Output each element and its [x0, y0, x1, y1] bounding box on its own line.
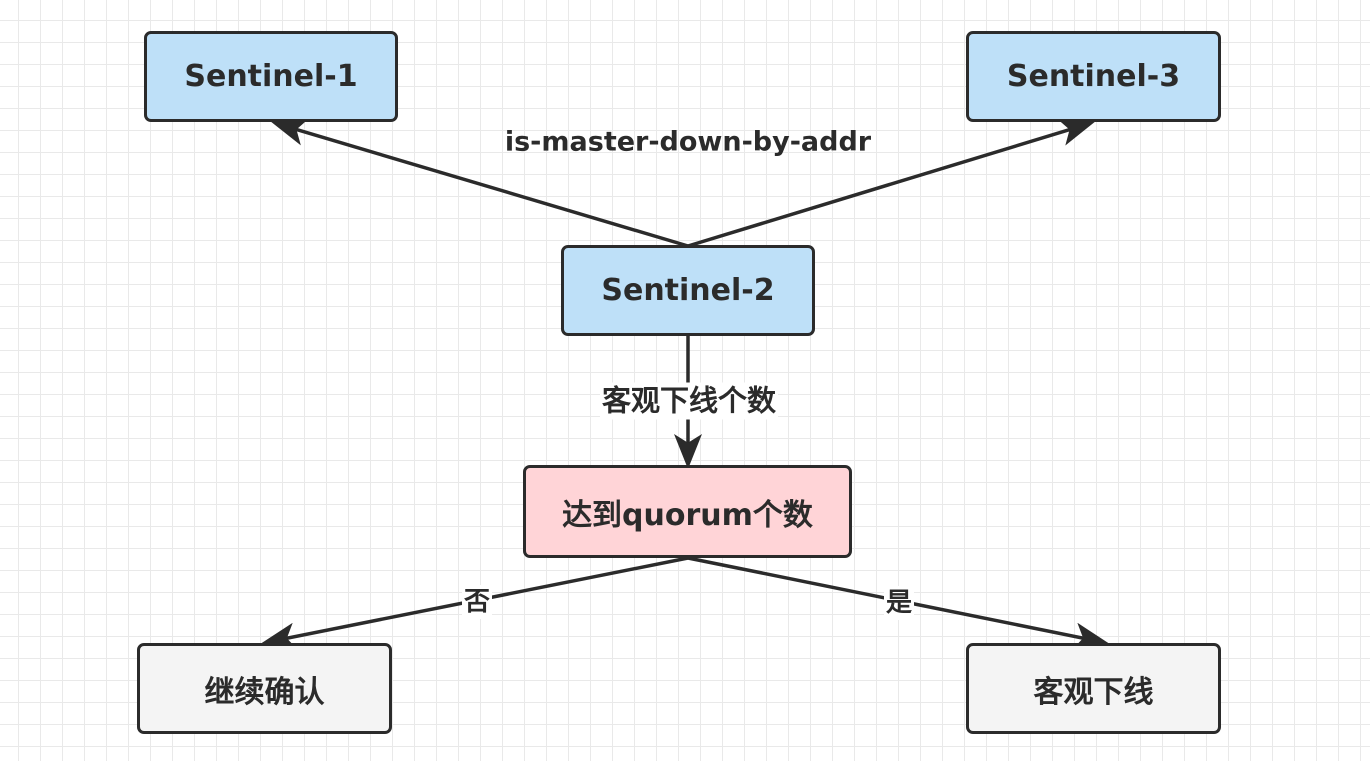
node-sentinel-3: Sentinel-3: [966, 31, 1221, 122]
edge-label-objective-down-count: 客观下线个数: [599, 382, 779, 420]
node-sentinel-1: Sentinel-1: [144, 31, 398, 122]
node-quorum-check-label: 达到quorum个数: [562, 497, 813, 533]
node-objective-down: 客观下线: [966, 643, 1221, 734]
edge-label-is-master-down-by-addr: is-master-down-by-addr: [504, 126, 872, 158]
edge-label-yes: 是: [883, 586, 915, 620]
node-sentinel-3-label: Sentinel-3: [1006, 59, 1181, 94]
node-sentinel-1-label: Sentinel-1: [184, 59, 358, 94]
node-continue-confirm-label: 继续确认: [204, 674, 325, 710]
edge-label-no: 否: [461, 585, 493, 619]
node-sentinel-2-label: Sentinel-2: [601, 273, 775, 308]
node-sentinel-2: Sentinel-2: [561, 245, 815, 336]
node-quorum-check: 达到quorum个数: [523, 465, 852, 558]
node-objective-down-label: 客观下线: [1033, 674, 1154, 710]
node-continue-confirm: 继续确认: [137, 643, 392, 734]
